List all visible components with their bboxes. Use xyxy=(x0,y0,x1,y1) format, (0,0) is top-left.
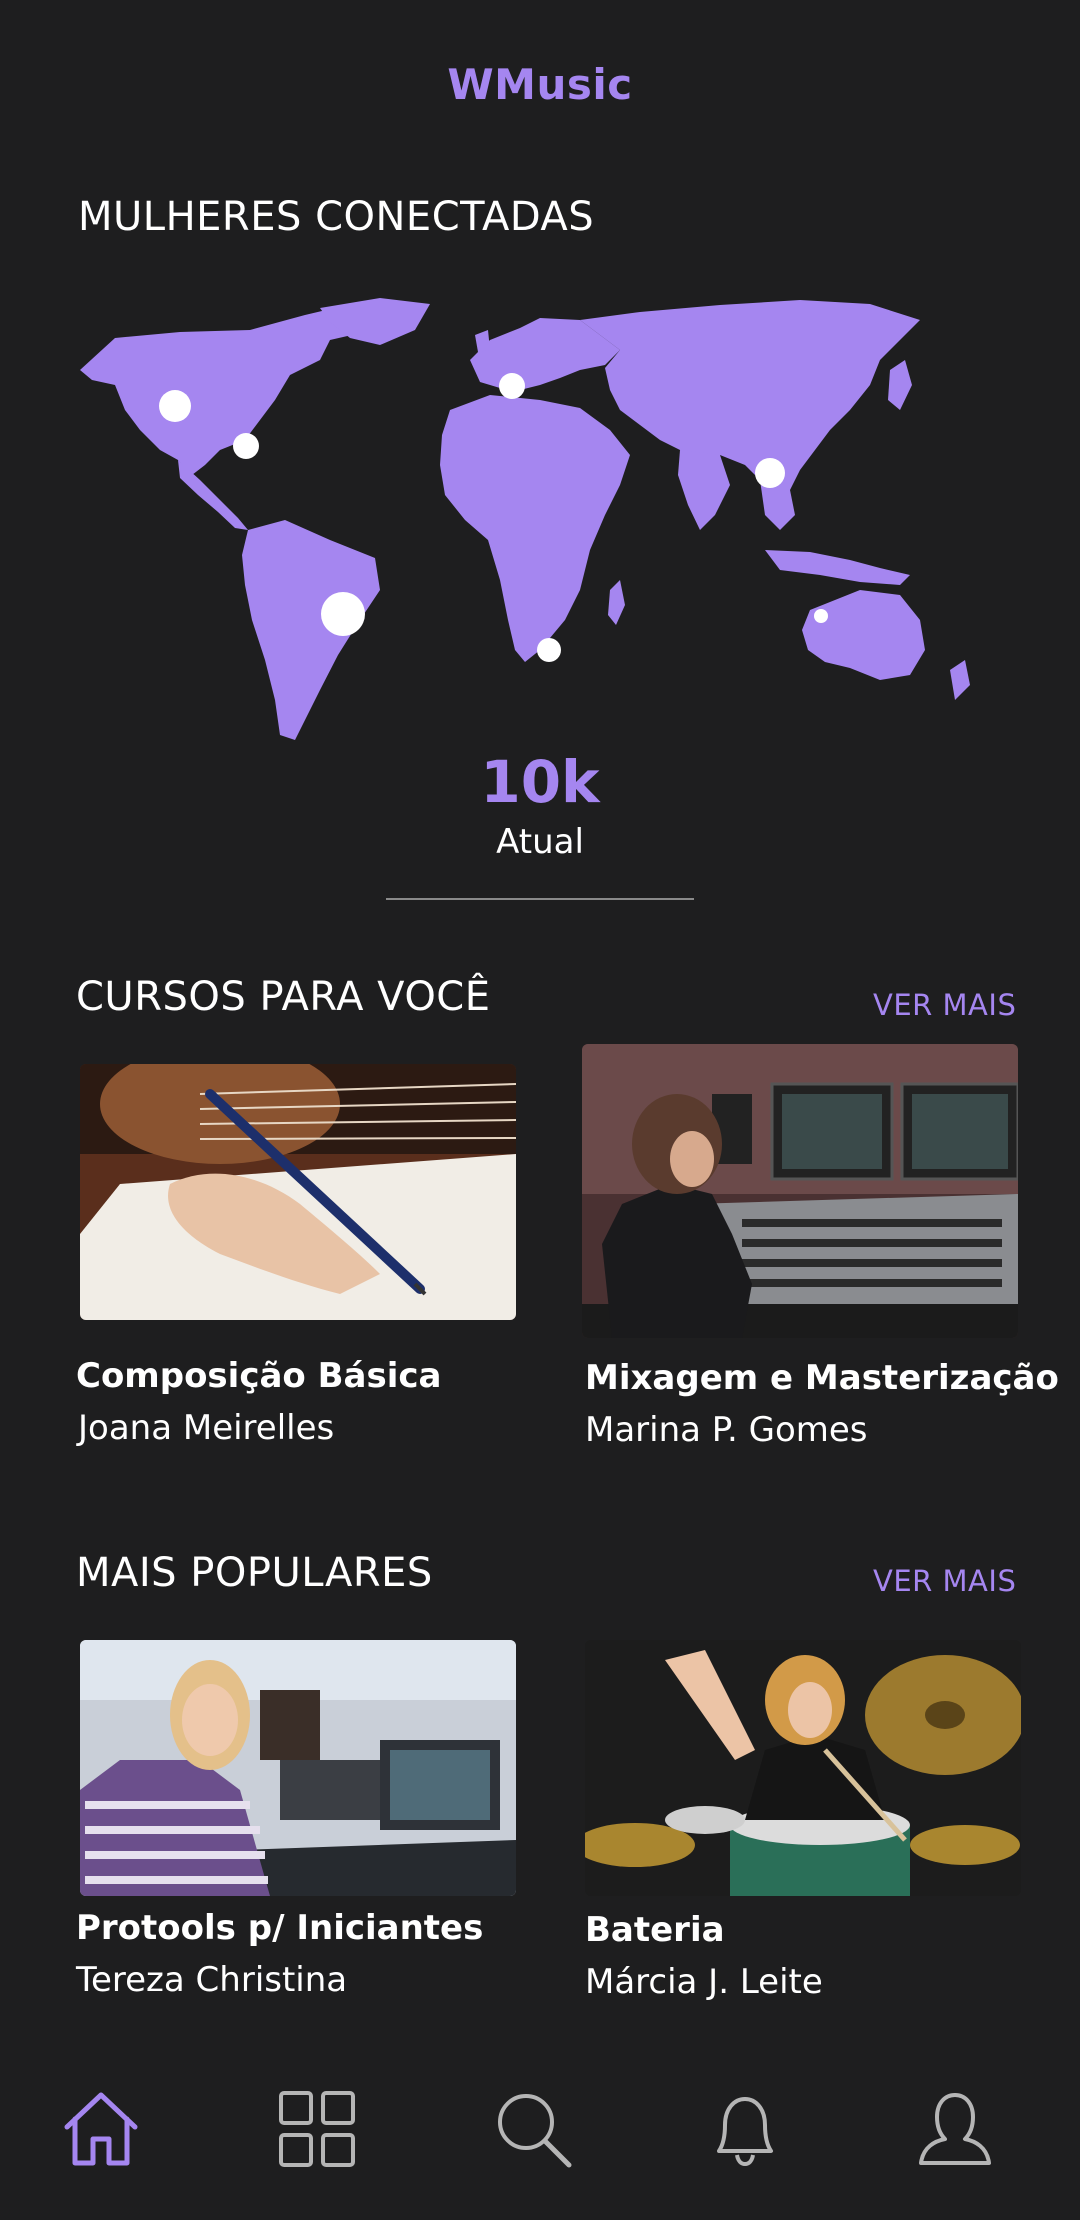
course-title[interactable]: Protools p/ Iniciantes xyxy=(76,1908,483,1948)
course-thumbnail[interactable] xyxy=(80,1064,516,1320)
world-map-graphic xyxy=(80,298,970,740)
courses-see-more-link[interactable]: VER MAIS xyxy=(873,988,1016,1022)
home-icon xyxy=(64,2092,138,2166)
nav-search[interactable] xyxy=(478,2074,588,2184)
app-title: WMusic xyxy=(447,60,633,109)
world-map xyxy=(20,290,1060,750)
nav-home[interactable] xyxy=(46,2074,156,2184)
course-author: Marina P. Gomes xyxy=(585,1410,868,1450)
grid-icon xyxy=(279,2091,355,2167)
map-marker xyxy=(499,373,525,399)
course-thumbnail[interactable] xyxy=(582,1044,1018,1338)
map-marker xyxy=(233,433,259,459)
profile-icon xyxy=(919,2093,991,2165)
course-title[interactable]: Composição Básica xyxy=(76,1356,441,1396)
connected-count: 10k xyxy=(480,748,600,816)
map-marker xyxy=(537,638,561,662)
course-title[interactable]: Bateria xyxy=(585,1910,725,1950)
map-marker xyxy=(321,592,365,636)
course-author: Joana Meirelles xyxy=(78,1408,335,1448)
nav-profile[interactable] xyxy=(900,2074,1010,2184)
course-title[interactable]: Mixagem e Masterização xyxy=(585,1358,1059,1398)
section-title-popular: MAIS POPULARES xyxy=(76,1550,433,1596)
divider xyxy=(386,898,694,900)
map-marker xyxy=(814,609,828,623)
map-marker xyxy=(159,390,191,422)
course-thumbnail[interactable] xyxy=(80,1640,516,1896)
popular-see-more-link[interactable]: VER MAIS xyxy=(873,1564,1016,1598)
course-author: Tereza Christina xyxy=(76,1960,348,2000)
section-title-connected: MULHERES CONECTADAS xyxy=(78,194,595,240)
nav-categories[interactable] xyxy=(262,2074,372,2184)
nav-notifications[interactable] xyxy=(690,2074,800,2184)
course-author: Márcia J. Leite xyxy=(585,1962,823,2002)
course-thumbnail[interactable] xyxy=(585,1640,1021,1896)
search-icon xyxy=(498,2094,572,2168)
bell-icon xyxy=(717,2097,773,2167)
map-marker xyxy=(755,458,785,488)
connected-count-label: Atual xyxy=(496,822,584,862)
section-title-courses: CURSOS PARA VOCÊ xyxy=(76,974,491,1020)
